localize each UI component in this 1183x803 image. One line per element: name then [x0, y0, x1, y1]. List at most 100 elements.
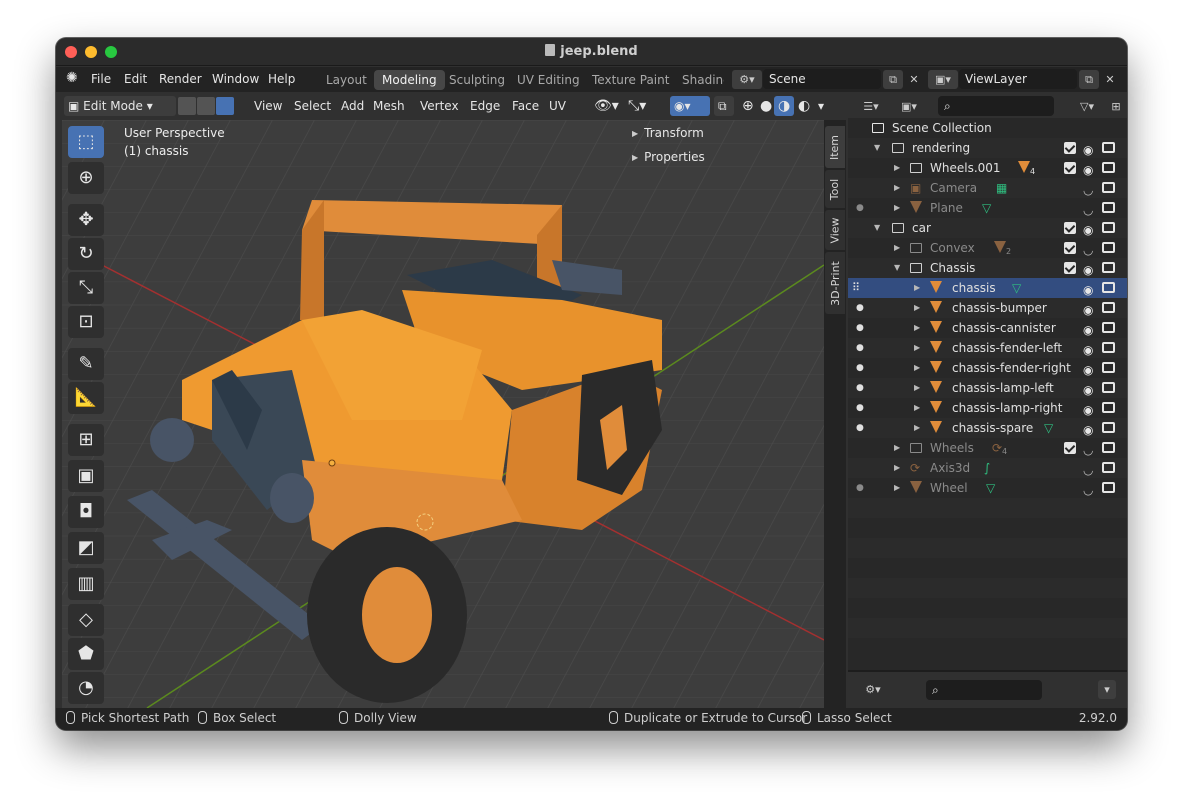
eye-icon[interactable]: ◉	[1083, 380, 1093, 400]
include-checkbox[interactable]	[1064, 222, 1076, 234]
outliner-row[interactable]: ▶ Wheels ⟳ 4 ◡	[848, 438, 1127, 458]
outliner-search-input[interactable]: ⌕	[938, 96, 1054, 116]
expand-arrow-icon[interactable]: ▶	[894, 158, 900, 178]
knife-tool-icon[interactable]: ◇	[68, 604, 104, 636]
eye-icon[interactable]: ◉	[1083, 420, 1093, 440]
outliner-row[interactable]: ▶ ⟳ Axis3d ∫ ◡	[848, 458, 1127, 478]
eye-icon[interactable]: ◉	[1083, 140, 1093, 160]
expand-arrow-icon[interactable]: ▶	[894, 478, 900, 498]
include-checkbox[interactable]	[1064, 242, 1076, 254]
xray-icon[interactable]: ⧉	[714, 96, 734, 116]
scene-name-field[interactable]: Scene	[763, 69, 881, 89]
camera-render-icon[interactable]	[1102, 162, 1115, 173]
eye-icon[interactable]: ◉	[1083, 300, 1093, 320]
edge-select-mode-button[interactable]	[197, 97, 215, 115]
tab-modeling[interactable]: Modeling	[374, 70, 445, 90]
shading-options-icon[interactable]: ▾	[814, 96, 828, 116]
tab-uv-editing[interactable]: UV Editing	[509, 70, 588, 90]
menu-select[interactable]: Select	[290, 96, 335, 116]
include-checkbox[interactable]	[1064, 162, 1076, 174]
include-checkbox[interactable]	[1064, 262, 1076, 274]
outliner-row[interactable]: ▶ Convex 2 ◡	[848, 238, 1127, 258]
tab-view[interactable]: View	[825, 210, 845, 250]
new-collection-icon[interactable]: ⊞	[1106, 97, 1126, 116]
outliner-row[interactable]: ● ▶ chassis-lamp-left ◉	[848, 378, 1127, 398]
expand-arrow-icon[interactable]: ▶	[894, 438, 900, 458]
eye-icon[interactable]: ◉	[1083, 360, 1093, 380]
expand-arrow-icon[interactable]: ▶	[894, 198, 900, 218]
material-shading-icon[interactable]: ◑	[774, 96, 795, 116]
camera-render-icon[interactable]	[1102, 242, 1115, 253]
delete-scene-icon[interactable]: ✕	[904, 70, 924, 89]
hidden-eye-icon[interactable]: ◡	[1083, 180, 1093, 200]
menu-face[interactable]: Face	[508, 96, 543, 116]
eye-icon[interactable]: ◉	[1083, 220, 1093, 240]
view-layer-name-field[interactable]: ViewLayer	[959, 69, 1077, 89]
menu-render[interactable]: Render	[159, 72, 202, 86]
menu-help[interactable]: Help	[268, 72, 295, 86]
include-checkbox[interactable]	[1064, 142, 1076, 154]
camera-render-icon[interactable]	[1102, 402, 1115, 413]
eye-icon[interactable]: ◉	[1083, 260, 1093, 280]
properties-editor-type-icon[interactable]: ⚙▾	[858, 680, 888, 699]
add-cube-tool-icon[interactable]: ⊞	[68, 424, 104, 456]
editor-type-and-mode[interactable]: ▣ Edit Mode ▾	[64, 96, 176, 116]
menu-add[interactable]: Add	[337, 96, 368, 116]
eye-icon[interactable]: ◉	[1083, 320, 1093, 340]
tab-layout[interactable]: Layout	[318, 70, 375, 90]
outliner-row[interactable]: ⠿ ▶ chassis ▽ ◉	[848, 278, 1127, 298]
expand-arrow-icon[interactable]: ▶	[894, 238, 900, 258]
outliner-row[interactable]: ▼ rendering ◉	[848, 138, 1127, 158]
spin-tool-icon[interactable]: ◔	[68, 672, 104, 704]
annotate-tool-icon[interactable]: ✎	[68, 348, 104, 380]
scene-selector-icon[interactable]: ⚙▾	[732, 70, 762, 89]
expand-arrow-icon[interactable]: ▶	[894, 458, 900, 478]
outliner-row[interactable]: ▼ car ◉	[848, 218, 1127, 238]
new-view-layer-icon[interactable]: ⧉	[1079, 70, 1099, 89]
camera-render-icon[interactable]	[1102, 142, 1115, 153]
collapse-arrow-icon[interactable]: ▼	[894, 258, 900, 278]
expand-arrow-icon[interactable]: ▶	[914, 378, 920, 398]
select-box-tool-icon[interactable]: ⬚	[68, 126, 104, 158]
camera-render-icon[interactable]	[1102, 362, 1115, 373]
outliner-row[interactable]: ● ▶ Plane ▽ ◡	[848, 198, 1127, 218]
outliner-row[interactable]: ● ▶ chassis-cannister ◉	[848, 318, 1127, 338]
expand-arrow-icon[interactable]: ▶	[914, 338, 920, 358]
camera-render-icon[interactable]	[1102, 322, 1115, 333]
display-mode-icon[interactable]: ▣▾	[894, 97, 924, 116]
menu-edit[interactable]: Edit	[124, 72, 147, 86]
menu-vertex[interactable]: Vertex	[416, 96, 463, 116]
expand-arrow-icon[interactable]: ▶	[914, 298, 920, 318]
expand-arrow-icon[interactable]: ▶	[914, 358, 920, 378]
transform-panel-header[interactable]: ▶ Transform	[632, 126, 704, 140]
cursor-tool-icon[interactable]: ⊕	[68, 162, 104, 194]
outliner-row[interactable]: ● ▶ Wheel ▽ ◡	[848, 478, 1127, 498]
expand-arrow-icon[interactable]: ▶	[914, 278, 920, 298]
eye-icon[interactable]: ◉	[1083, 400, 1093, 420]
visibility-icon[interactable]: 👁▾	[590, 96, 623, 116]
gizmo-icon[interactable]: ⤡▾	[624, 96, 650, 116]
eye-icon[interactable]: ◉	[1083, 280, 1093, 300]
properties-panel-header[interactable]: ▶ Properties	[632, 150, 705, 164]
camera-render-icon[interactable]	[1102, 482, 1115, 493]
3d-viewport[interactable]: User Perspective (1) chassis ⬚ ⊕ ✥ ↻ ⤡ ⊡…	[62, 120, 824, 708]
menu-edge[interactable]: Edge	[466, 96, 504, 116]
menu-mesh[interactable]: Mesh	[369, 96, 409, 116]
camera-render-icon[interactable]	[1102, 462, 1115, 473]
new-scene-icon[interactable]: ⧉	[883, 70, 903, 89]
camera-render-icon[interactable]	[1102, 282, 1115, 293]
delete-view-layer-icon[interactable]: ✕	[1100, 70, 1120, 89]
tab-texture-paint[interactable]: Texture Paint	[584, 70, 677, 90]
scale-tool-icon[interactable]: ⤡	[68, 272, 104, 304]
tab-shading[interactable]: Shading	[674, 70, 724, 90]
tab-3d-print[interactable]: 3D-Print	[825, 252, 845, 314]
bevel-tool-icon[interactable]: ◩	[68, 532, 104, 564]
outliner-row[interactable]: ▶ ▣ Camera ▦ ◡	[848, 178, 1127, 198]
move-tool-icon[interactable]: ✥	[68, 204, 104, 236]
wireframe-shading-icon[interactable]: ⊕	[738, 96, 758, 116]
collapse-arrow-icon[interactable]: ▼	[874, 138, 880, 158]
view-layer-selector-icon[interactable]: ▣▾	[928, 70, 958, 89]
transform-tool-icon[interactable]: ⊡	[68, 306, 104, 338]
hidden-eye-icon[interactable]: ◡	[1083, 200, 1093, 220]
menu-view[interactable]: View	[250, 96, 286, 116]
